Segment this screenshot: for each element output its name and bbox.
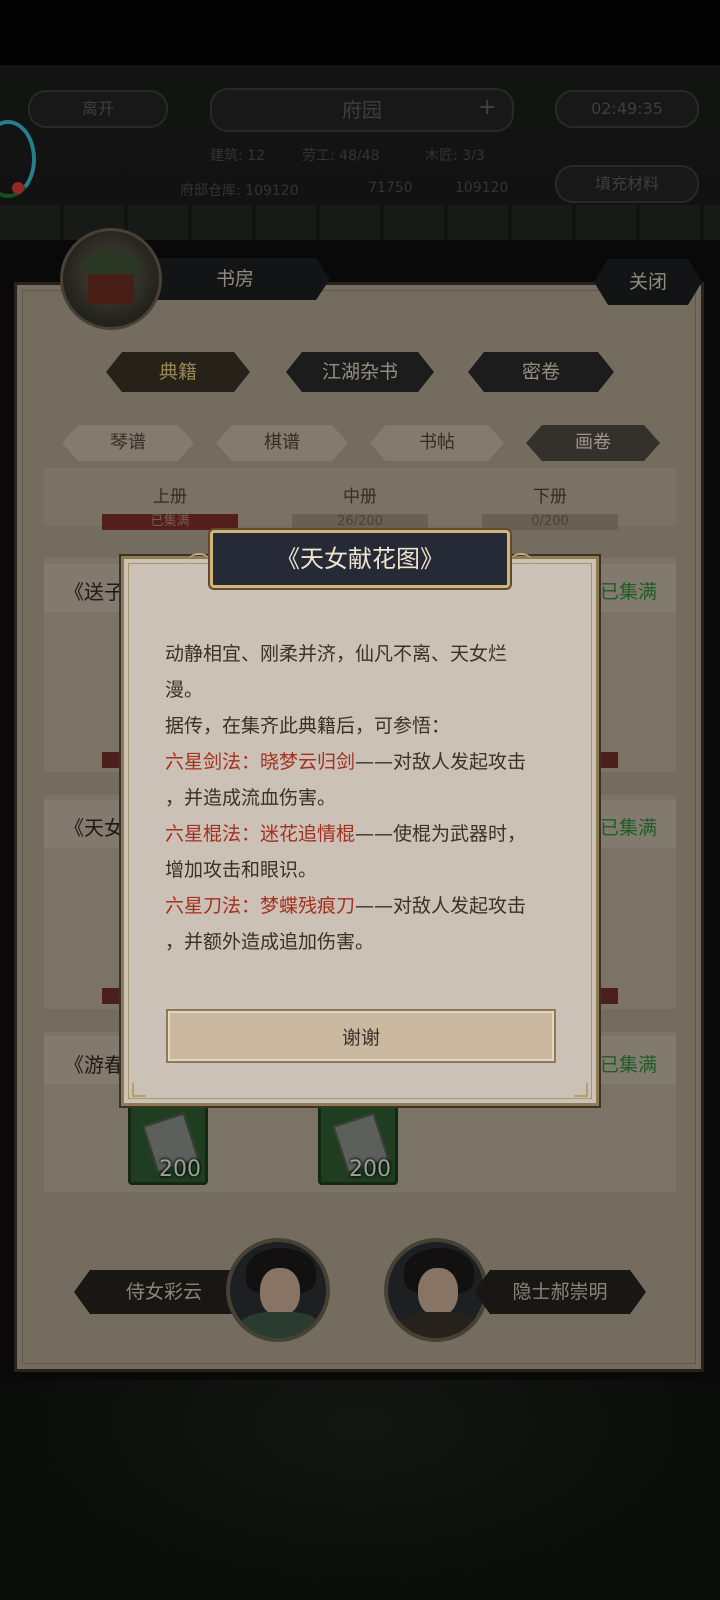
skill-effect-line: ，并造成流血伤害。	[165, 787, 337, 809]
thanks-button[interactable]: 谢谢	[166, 1009, 556, 1063]
description-line: 据传，在集齐此典籍后，可参悟：	[165, 715, 451, 737]
skill-line: 六星棍法：迷花追情棍——使棍为武器时，	[165, 816, 565, 852]
description-line: 动静相宜、刚柔并济，仙凡不离、天女烂	[165, 643, 508, 665]
skill-effect-line: ，并额外造成追加伤害。	[165, 931, 375, 953]
skill-effect: ——对敌人发起攻击	[355, 751, 527, 773]
dialog-title: 《天女献花图》	[210, 530, 510, 588]
skill-name: 六星刀法：梦蝶残痕刀	[165, 895, 356, 917]
flourish-icon	[510, 553, 532, 569]
skill-line: 六星剑法：晓梦云归剑——对敌人发起攻击	[165, 744, 565, 780]
skill-effect: ——对敌人发起攻击	[355, 895, 527, 917]
skill-name: 六星棍法：迷花追情棍	[165, 823, 356, 845]
skill-name: 六星剑法：晓梦云归剑	[165, 751, 356, 773]
corner-ornament-icon	[574, 1083, 588, 1097]
skill-line: 六星刀法：梦蝶残痕刀——对敌人发起攻击	[165, 888, 565, 924]
skill-effect: ——使棍为武器时，	[355, 823, 527, 845]
flourish-icon	[188, 553, 210, 569]
description-line: 漫。	[165, 679, 204, 701]
corner-ornament-icon	[132, 1083, 146, 1097]
skill-effect-line: 增加攻击和眼识。	[165, 859, 318, 881]
